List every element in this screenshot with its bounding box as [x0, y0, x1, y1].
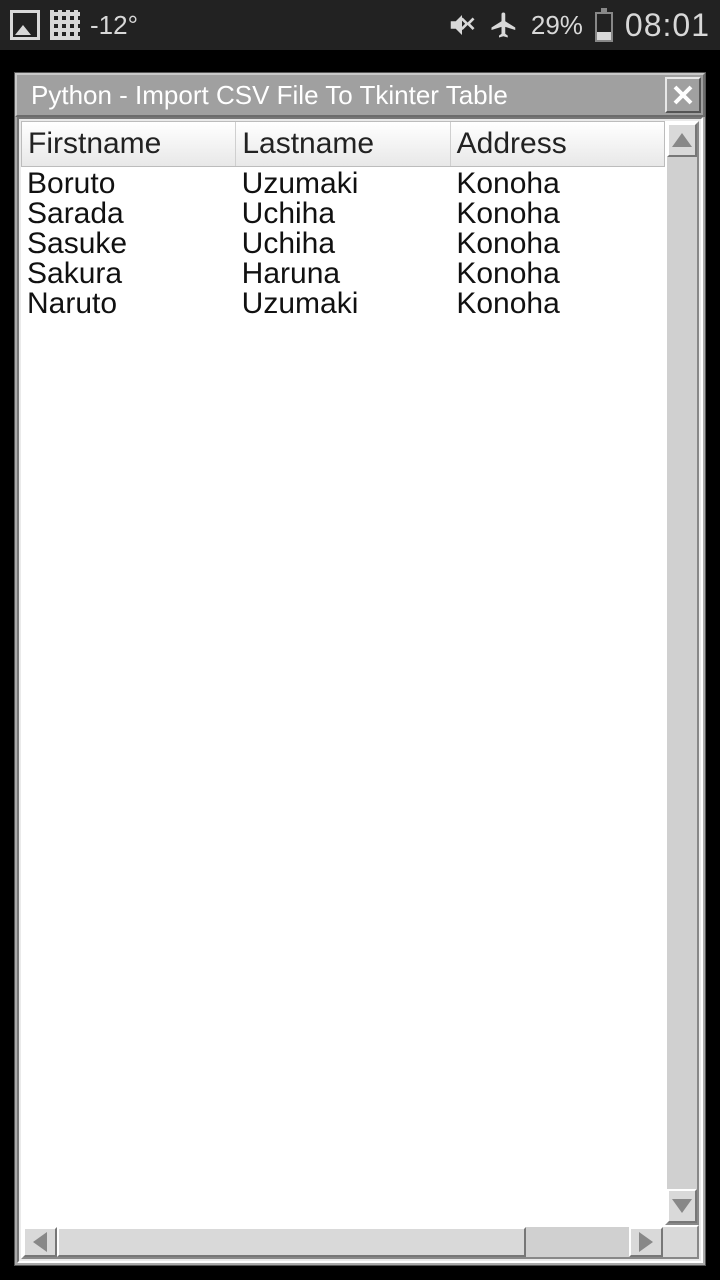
- cell-firstname: Sakura: [21, 259, 236, 289]
- table-row[interactable]: Sasuke Uchiha Konoha: [21, 229, 665, 259]
- mute-icon: [447, 10, 477, 40]
- cell-address: Konoha: [450, 169, 665, 199]
- table-rows: Boruto Uzumaki Konoha Sarada Uchiha Kono…: [21, 167, 665, 1225]
- chevron-up-icon: [672, 133, 692, 147]
- cell-address: Konoha: [450, 259, 665, 289]
- scrollbar-track[interactable]: [57, 1227, 629, 1257]
- cell-lastname: Uchiha: [236, 229, 451, 259]
- column-header-address[interactable]: Address: [451, 122, 664, 166]
- table-row[interactable]: Naruto Uzumaki Konoha: [21, 289, 665, 319]
- cell-address: Konoha: [450, 289, 665, 319]
- scroll-left-button[interactable]: [23, 1227, 57, 1257]
- vertical-scrollbar[interactable]: [665, 121, 699, 1225]
- chevron-left-icon: [33, 1232, 47, 1252]
- cell-address: Konoha: [450, 199, 665, 229]
- table-row[interactable]: Sakura Haruna Konoha: [21, 259, 665, 289]
- status-bar: -12° 29% 08:01: [0, 0, 720, 50]
- column-header-lastname[interactable]: Lastname: [236, 122, 450, 166]
- cell-firstname: Sarada: [21, 199, 236, 229]
- table-row[interactable]: Sarada Uchiha Konoha: [21, 199, 665, 229]
- scrollbar-track[interactable]: [667, 157, 697, 1189]
- table[interactable]: Firstname Lastname Address Boruto Uzumak…: [21, 121, 665, 1225]
- cell-firstname: Boruto: [21, 169, 236, 199]
- cell-lastname: Uzumaki: [236, 289, 451, 319]
- battery-percent-label: 29%: [531, 10, 583, 41]
- app-window: Python - Import CSV File To Tkinter Tabl…: [14, 72, 706, 1266]
- column-header-firstname[interactable]: Firstname: [22, 122, 236, 166]
- cell-lastname: Haruna: [236, 259, 451, 289]
- table-header-row: Firstname Lastname Address: [21, 121, 665, 167]
- clock-label: 08:01: [625, 7, 710, 44]
- scrollbar-corner: [663, 1227, 697, 1257]
- horizontal-scrollbar[interactable]: [21, 1225, 699, 1259]
- temperature-label: -12°: [90, 10, 138, 41]
- window-title: Python - Import CSV File To Tkinter Tabl…: [31, 80, 665, 111]
- cell-firstname: Naruto: [21, 289, 236, 319]
- app-icon: [50, 10, 80, 40]
- scroll-up-button[interactable]: [667, 123, 697, 157]
- battery-icon: [595, 12, 613, 42]
- cell-address: Konoha: [450, 229, 665, 259]
- picture-icon: [10, 10, 40, 40]
- window-titlebar[interactable]: Python - Import CSV File To Tkinter Tabl…: [15, 73, 705, 117]
- close-button[interactable]: [665, 77, 701, 113]
- airplane-mode-icon: [489, 10, 519, 40]
- scrollbar-thumb[interactable]: [57, 1227, 526, 1257]
- cell-lastname: Uchiha: [236, 199, 451, 229]
- chevron-down-icon: [672, 1199, 692, 1213]
- cell-firstname: Sasuke: [21, 229, 236, 259]
- scroll-right-button[interactable]: [629, 1227, 663, 1257]
- close-icon: [671, 83, 695, 107]
- table-row[interactable]: Boruto Uzumaki Konoha: [21, 169, 665, 199]
- cell-lastname: Uzumaki: [236, 169, 451, 199]
- scroll-down-button[interactable]: [667, 1189, 697, 1223]
- chevron-right-icon: [639, 1232, 653, 1252]
